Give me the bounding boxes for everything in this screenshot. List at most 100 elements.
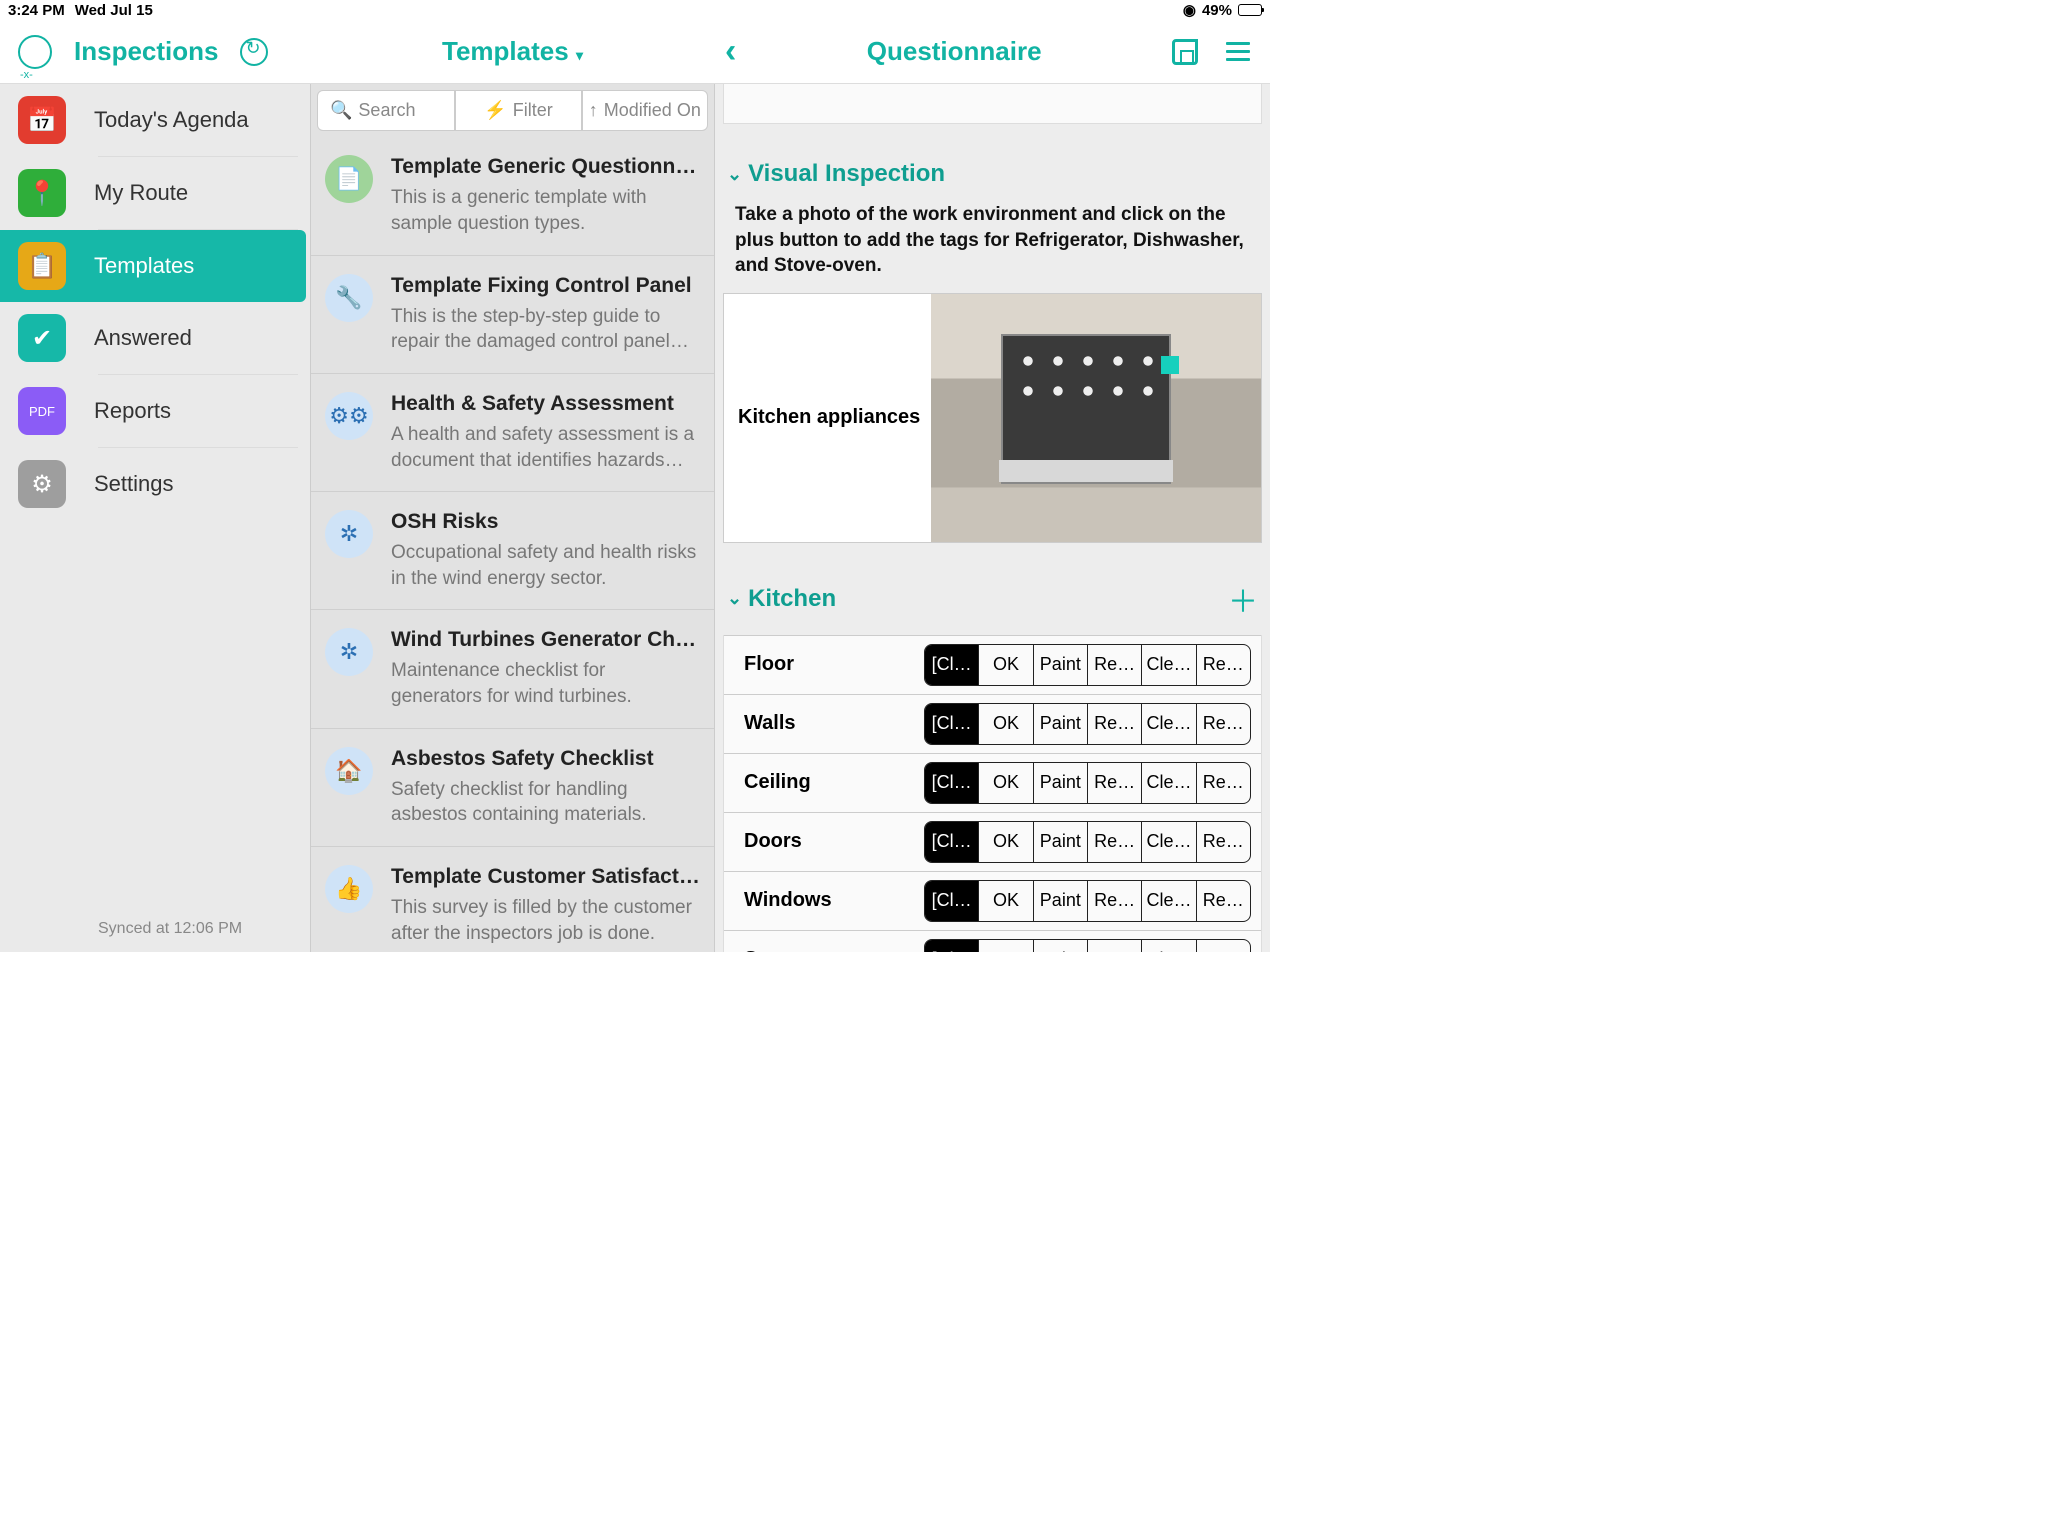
template-icon: 🔧 <box>325 274 373 322</box>
segment-option[interactable]: Cle… <box>1141 940 1195 952</box>
search-input[interactable]: 🔍 Search <box>317 90 455 131</box>
segment-option[interactable]: Paint <box>1033 940 1087 952</box>
segmented-control[interactable]: [Cl…OKPaintRe…Cle…Re… <box>924 703 1251 745</box>
filter-button[interactable]: ⚡ Filter <box>455 90 581 131</box>
kitchen-row-label: Floor <box>744 653 924 676</box>
segment-option[interactable]: Re… <box>1087 940 1141 952</box>
questionnaire-panel: ⌄Visual Inspection Take a photo of the w… <box>715 84 1270 952</box>
segment-option[interactable]: Re… <box>1087 822 1141 862</box>
segment-option[interactable]: [Cl… <box>925 704 978 744</box>
sync-icon[interactable] <box>240 38 268 66</box>
segment-option[interactable]: Cle… <box>1141 763 1195 803</box>
segment-option[interactable]: Cle… <box>1141 645 1195 685</box>
photo-row[interactable]: Kitchen appliances <box>723 293 1262 543</box>
sort-button[interactable]: ↑ Modified On <box>582 90 708 131</box>
kitchen-row: Floor[Cl…OKPaintRe…Cle…Re… <box>724 635 1261 694</box>
battery-pct: 49% <box>1202 2 1232 19</box>
segment-option[interactable]: Cle… <box>1141 822 1195 862</box>
segment-option[interactable]: Paint <box>1033 881 1087 921</box>
segment-option[interactable]: [Cl… <box>925 940 978 952</box>
segment-option[interactable]: Re… <box>1087 645 1141 685</box>
wifi-icon: ◉ <box>1183 1 1196 19</box>
segment-option[interactable]: OK <box>978 881 1032 921</box>
segmented-control[interactable]: [Cl…OKPaintRe…Cle…Re… <box>924 762 1251 804</box>
tag-badge-icon <box>1161 356 1179 374</box>
template-icon: ✲ <box>325 510 373 558</box>
segmented-control[interactable]: [Cl…OKPaintRe…Cle…Re… <box>924 821 1251 863</box>
segment-option[interactable]: Re… <box>1196 940 1250 952</box>
sidebar-item-label: Today's Agenda <box>94 107 249 133</box>
blank-card <box>723 84 1262 124</box>
save-icon[interactable] <box>1172 39 1198 65</box>
template-title: Health & Safety Assessment <box>391 392 700 416</box>
segment-option[interactable]: Re… <box>1087 881 1141 921</box>
segment-option[interactable]: OK <box>978 645 1032 685</box>
templates-title[interactable]: Templates ▾ <box>442 36 583 67</box>
template-subtitle: A health and safety assessment is a docu… <box>391 422 700 473</box>
agenda-icon: 📅 <box>18 96 66 144</box>
segmented-control[interactable]: [Cl…OKPaintRe…Cle…Re… <box>924 644 1251 686</box>
template-item[interactable]: 👍Template Customer Satisfactio…This surv… <box>311 847 714 952</box>
template-title: Wind Turbines Generator Chec… <box>391 628 700 652</box>
template-subtitle: This survey is filled by the customer af… <box>391 895 700 946</box>
template-item[interactable]: ✲Wind Turbines Generator Chec…Maintenanc… <box>311 610 714 728</box>
template-icon: ⚙⚙ <box>325 392 373 440</box>
add-button[interactable]: ＋ <box>1228 577 1258 621</box>
template-icon: 🏠 <box>325 747 373 795</box>
segment-option[interactable]: Re… <box>1087 704 1141 744</box>
segment-option[interactable]: Paint <box>1033 763 1087 803</box>
segment-option[interactable]: Paint <box>1033 822 1087 862</box>
status-bar: 3:24 PM Wed Jul 15 ◉ 49% <box>0 0 1270 20</box>
segmented-control[interactable]: [Cl…OKPaintRe…Cle…Re… <box>924 880 1251 922</box>
segment-option[interactable]: [Cl… <box>925 645 978 685</box>
segment-option[interactable]: [Cl… <box>925 763 978 803</box>
segment-option[interactable]: Re… <box>1196 704 1250 744</box>
sidebar-item-label: My Route <box>94 180 188 206</box>
segment-option[interactable]: Re… <box>1196 881 1250 921</box>
menu-icon[interactable] <box>1226 42 1250 61</box>
sidebar: 📅 Today's Agenda 📍My Route📋Templates✔Answe… <box>0 84 310 952</box>
segmented-control[interactable]: [Cl…OKPaintRe…Cle…Re… <box>924 939 1251 952</box>
segment-option[interactable]: OK <box>978 704 1032 744</box>
kitchen-row-label: Ceiling <box>744 771 924 794</box>
sidebar-item-label: Settings <box>94 471 174 497</box>
chevron-down-icon: ⌄ <box>727 164 742 185</box>
back-button[interactable]: ‹ <box>725 32 736 71</box>
segment-option[interactable]: OK <box>978 763 1032 803</box>
inspections-title: Inspections <box>74 36 218 67</box>
segment-option[interactable]: Cle… <box>1141 704 1195 744</box>
kitchen-row: Windows[Cl…OKPaintRe…Cle…Re… <box>724 871 1261 930</box>
sidebar-item-answered[interactable]: ✔Answered <box>0 302 310 374</box>
template-item[interactable]: 🔧Template Fixing Control PanelThis is th… <box>311 256 714 374</box>
template-icon: ✲ <box>325 628 373 676</box>
segment-option[interactable]: Paint <box>1033 704 1087 744</box>
segment-option[interactable]: Re… <box>1196 822 1250 862</box>
segment-option[interactable]: Re… <box>1087 763 1141 803</box>
section-visual-inspection[interactable]: ⌄Visual Inspection <box>715 154 1270 202</box>
sidebar-item-my-route[interactable]: 📍My Route <box>0 157 310 229</box>
template-item[interactable]: 📄Template Generic QuestionnaireThis is a… <box>311 137 714 255</box>
reports-icon: PDF <box>18 387 66 435</box>
questionnaire-title: Questionnaire <box>867 36 1042 67</box>
sidebar-item-settings[interactable]: ⚙Settings <box>0 448 310 520</box>
section-kitchen[interactable]: ⌄Kitchen＋ <box>715 571 1270 635</box>
segment-option[interactable]: Paint <box>1033 645 1087 685</box>
segment-option[interactable]: OK <box>978 940 1032 952</box>
app-logo-icon[interactable] <box>18 35 52 69</box>
template-item[interactable]: ✲OSH RisksOccupational safety and health… <box>311 492 714 610</box>
segment-option[interactable]: [Cl… <box>925 881 978 921</box>
photo-thumbnail[interactable] <box>931 294 1261 542</box>
segment-option[interactable]: Re… <box>1196 763 1250 803</box>
template-item[interactable]: 🏠Asbestos Safety ChecklistSafety checkli… <box>311 729 714 847</box>
sidebar-item-reports[interactable]: PDFReports <box>0 375 310 447</box>
kitchen-row-label: Doors <box>744 830 924 853</box>
segment-option[interactable]: Re… <box>1196 645 1250 685</box>
sidebar-item-templates[interactable]: 📋Templates <box>0 230 306 302</box>
segment-option[interactable]: Cle… <box>1141 881 1195 921</box>
sidebar-item-today-s-agenda[interactable]: 📅 Today's Agenda <box>0 84 310 156</box>
template-title: OSH Risks <box>391 510 700 534</box>
segment-option[interactable]: [Cl… <box>925 822 978 862</box>
template-subtitle: Safety checklist for handling asbestos c… <box>391 777 700 828</box>
segment-option[interactable]: OK <box>978 822 1032 862</box>
template-item[interactable]: ⚙⚙ Health & Safety Assessment A health and… <box>311 374 714 492</box>
